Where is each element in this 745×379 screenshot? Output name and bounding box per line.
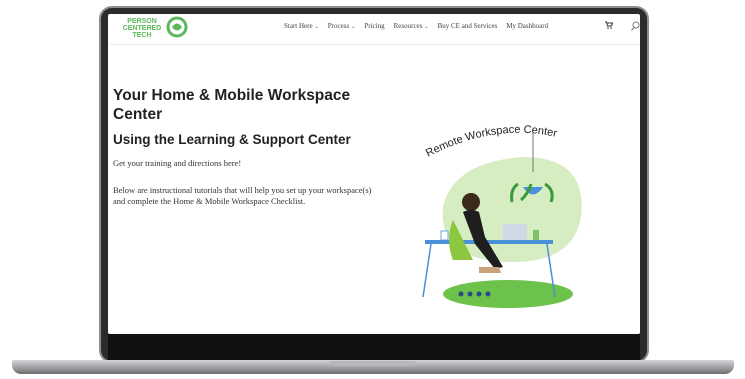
cart-icon[interactable] [605,21,613,29]
nav-item-buy-ce[interactable]: Buy CE and Services [438,22,498,30]
intro-text: Get your training and directions here! [113,158,242,168]
browser-screen: PERSON CENTERED TECH Start Here ⌄ Process… [108,14,640,334]
laptop-notch [330,361,416,366]
logo-line-1: PERSON [127,18,157,25]
logo-ring-icon [166,16,188,38]
site-header: PERSON CENTERED TECH Start Here ⌄ Process… [108,14,640,45]
nav-item-resources[interactable]: Resources ⌄ [394,22,429,30]
illustration-caption: Remote Workspace Center [424,124,558,160]
logo-wordmark: PERSON CENTERED TECH [120,18,164,39]
search-icon[interactable] [631,21,640,31]
chevron-down-icon: ⌄ [351,25,356,30]
nav-item-start-here[interactable]: Start Here ⌄ [284,22,319,30]
site-logo[interactable]: PERSON CENTERED TECH [120,16,192,42]
screen-bezel-bottom [108,334,640,360]
page-title: Your Home & Mobile Workspace Center [113,87,351,123]
logo-line-2: CENTERED [122,25,162,32]
chevron-down-icon: ⌄ [424,25,429,30]
nav-item-dashboard[interactable]: My Dashboard [506,22,548,30]
main-nav: Start Here ⌄ Process ⌄ Pricing Resources ⌄ … [284,22,548,30]
body-text: Below are instructional tutorials that w… [113,185,372,206]
page-subtitle: Using the Learning & Support Center [113,132,351,147]
nav-item-pricing[interactable]: Pricing [364,22,384,30]
remote-workspace-illustration: Remote Workspace Center [422,124,582,308]
chevron-down-icon: ⌄ [314,25,319,30]
nav-item-process[interactable]: Process ⌄ [328,22,356,30]
logo-line-3: TECH [132,32,152,39]
